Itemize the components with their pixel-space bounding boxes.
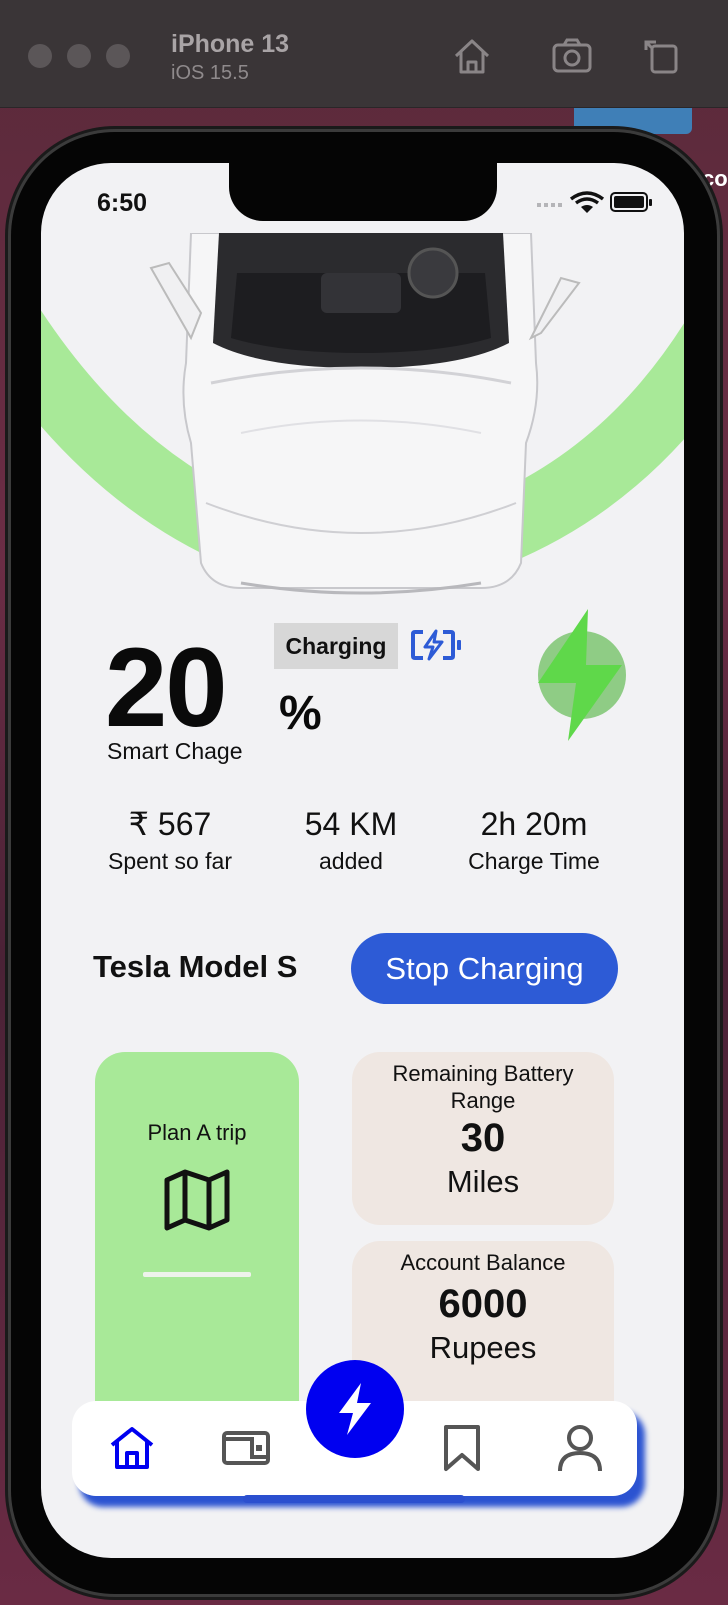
charge-mode-label: Smart Chage <box>107 738 243 764</box>
wifi-icon <box>569 191 605 213</box>
account-balance-title: Account Balance <box>400 1250 566 1275</box>
battery-range-value: 30 <box>460 1116 506 1160</box>
wallet-icon[interactable] <box>222 1423 270 1473</box>
battery-range-unit: Miles <box>446 1164 520 1199</box>
stat-distance: 54 KM added <box>286 806 416 876</box>
cellular-signal-icon <box>537 203 562 207</box>
stat-label: Spent so far <box>107 848 233 874</box>
charge-percent-sign: % <box>279 687 322 740</box>
stat-value: 54 KM <box>304 806 398 842</box>
battery-status-icon <box>610 192 652 212</box>
rotate-device-icon[interactable] <box>640 34 684 78</box>
stat-label: added <box>319 848 383 874</box>
charging-battery-icon <box>411 629 461 661</box>
simulator-os-version: iOS 15.5 <box>171 62 249 84</box>
account-balance-value: 6000 <box>438 1282 528 1326</box>
map-icon <box>164 1169 230 1231</box>
background-window-text: co <box>702 166 728 191</box>
trip-card-divider <box>143 1272 251 1277</box>
home-button-icon[interactable] <box>450 34 494 78</box>
bookmark-icon[interactable] <box>438 1423 486 1473</box>
account-balance-unit: Rupees <box>429 1330 537 1365</box>
charge-fab-icon <box>339 1383 371 1435</box>
background-window-peek <box>574 108 692 134</box>
stat-value: 2h 20m <box>480 806 588 842</box>
screenshot-camera-icon[interactable] <box>550 34 594 78</box>
battery-range-title: Remaining Battery Range <box>392 1061 574 1113</box>
charge-fab-button[interactable] <box>306 1360 404 1458</box>
status-time: 6:50 <box>97 189 148 217</box>
charge-percent-value: 20 <box>105 625 228 750</box>
vehicle-model-name: Tesla Model S <box>93 949 298 984</box>
lightning-bolt-icon <box>538 609 626 741</box>
plan-trip-title: Plan A trip <box>147 1120 247 1145</box>
home-indicator[interactable] <box>243 1495 465 1503</box>
stat-label: Charge Time <box>468 848 600 874</box>
simulator-device-name: iPhone 13 <box>171 30 290 58</box>
stat-value: ₹ 567 <box>128 806 212 842</box>
camera-notch <box>229 163 497 221</box>
window-minimize-dot[interactable] <box>67 44 91 68</box>
simulator-toolbar: iPhone 13 iOS 15.5 <box>0 0 728 108</box>
charging-status-badge: Charging <box>274 623 398 669</box>
battery-range-card: Remaining Battery Range 30 Miles <box>352 1052 614 1225</box>
profile-icon[interactable] <box>556 1423 604 1473</box>
window-close-dot[interactable] <box>28 44 52 68</box>
stop-charging-button[interactable]: Stop Charging <box>351 933 618 1004</box>
status-icons <box>537 191 652 213</box>
home-icon[interactable] <box>108 1423 156 1473</box>
stat-spent: ₹ 567 Spent so far <box>94 806 246 876</box>
stat-charge-time: 2h 20m Charge Time <box>454 806 614 876</box>
app-screen: 6:50 20 % Charging Smart Chage ₹ 567 Spe… <box>41 163 684 1558</box>
window-zoom-dot[interactable] <box>106 44 130 68</box>
